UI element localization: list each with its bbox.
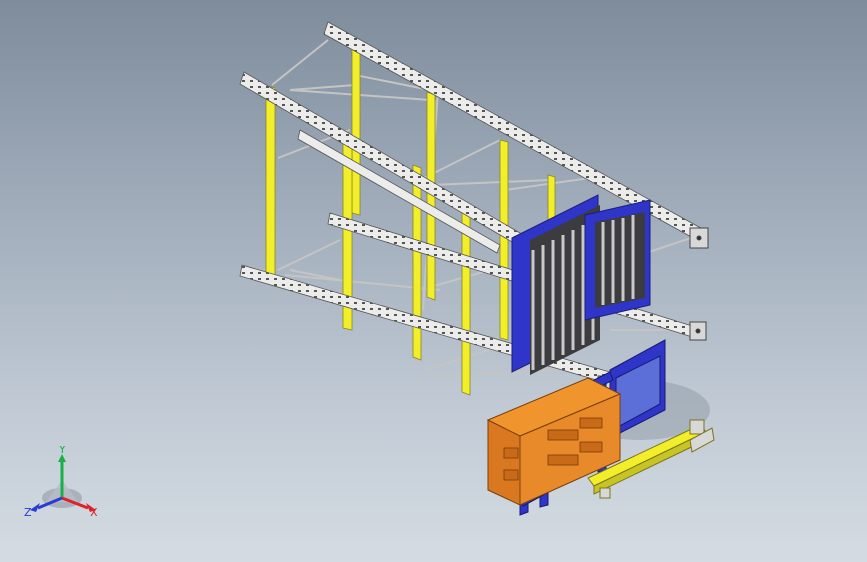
coordinate-triad: Y X Z [24, 446, 98, 519]
x-axis-label: X [90, 506, 98, 519]
cad-model-assembly[interactable] [0, 0, 867, 562]
upper-pallets [511, 194, 651, 375]
z-axis-label: Z [24, 506, 32, 519]
graphics-viewport[interactable]: Y X Z [0, 0, 867, 562]
y-axis-label: Y [58, 446, 66, 456]
